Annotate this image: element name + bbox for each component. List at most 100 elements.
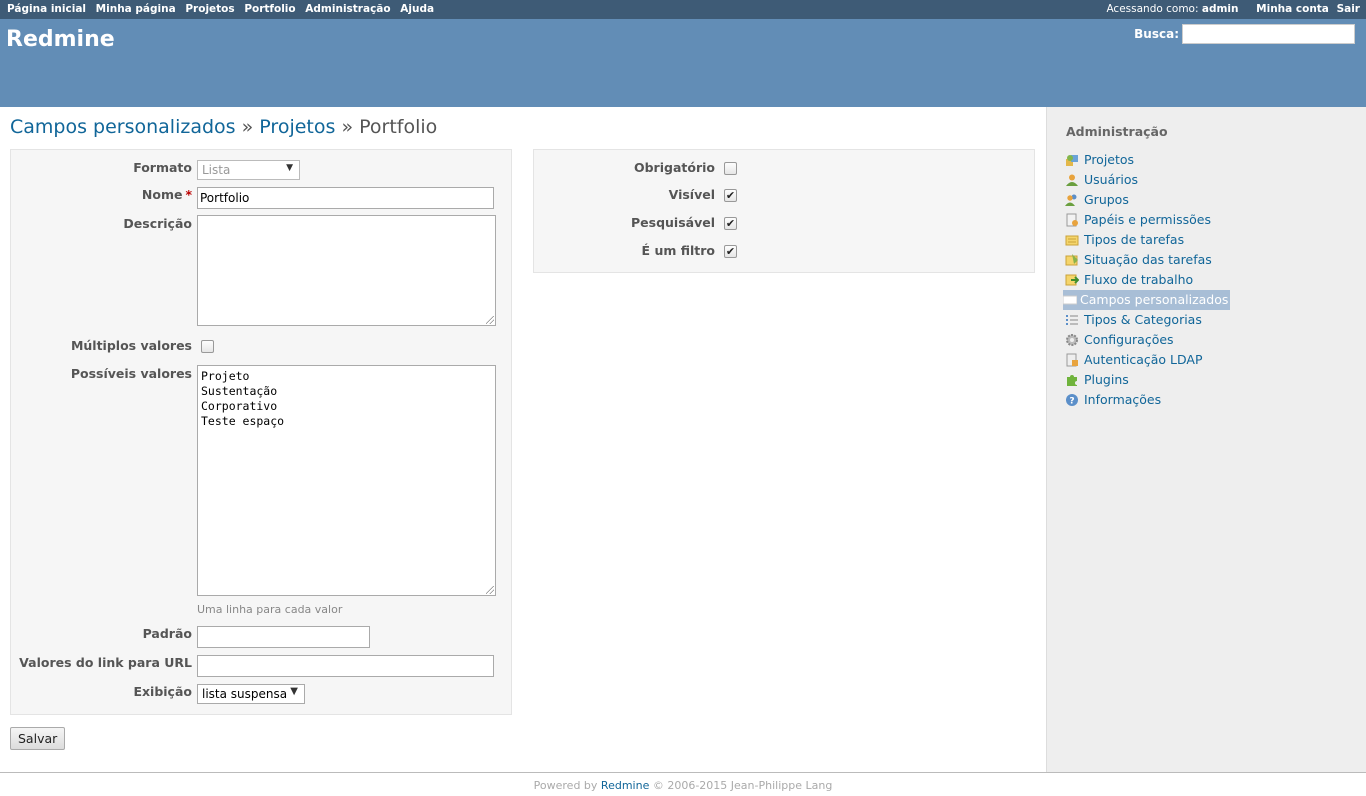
description-field[interactable] bbox=[197, 215, 496, 326]
possible-values-field[interactable]: Projeto Sustentação Corporativo Teste espaç… bbox=[197, 365, 496, 596]
searchable-label: Pesquisável bbox=[631, 215, 715, 230]
sidebar-item-groups[interactable]: Grupos bbox=[1065, 190, 1230, 210]
multiple-values-checkbox[interactable] bbox=[201, 340, 214, 353]
visible-checkbox[interactable]: ✔ bbox=[724, 189, 737, 202]
info-icon: ? bbox=[1066, 393, 1078, 406]
roles-icon bbox=[1066, 213, 1078, 226]
top-menu-item-portfolio[interactable]: Portfolio bbox=[244, 3, 295, 15]
resize-handle-icon[interactable] bbox=[486, 586, 494, 594]
possible-value-line: Teste espaço bbox=[201, 414, 285, 428]
logout-link[interactable]: Sair bbox=[1337, 3, 1360, 15]
plugin-icon bbox=[1067, 374, 1077, 386]
workflow-icon bbox=[1065, 274, 1079, 285]
sidebar-item-label[interactable]: Situação das tarefas bbox=[1084, 252, 1212, 267]
chevron-down-icon: ▼ bbox=[290, 686, 298, 697]
logged-user-link[interactable]: admin bbox=[1202, 3, 1239, 15]
sidebar-item-users[interactable]: Usuários bbox=[1065, 170, 1230, 190]
visible-label: Visível bbox=[668, 187, 715, 202]
format-value: Lista bbox=[202, 163, 231, 177]
sidebar-item-label[interactable]: Usuários bbox=[1084, 172, 1138, 187]
url-field[interactable] bbox=[197, 655, 494, 677]
user-icon bbox=[1066, 174, 1078, 186]
sidebar-item-label[interactable]: Projetos bbox=[1084, 152, 1134, 167]
sidebar-item-label[interactable]: Grupos bbox=[1084, 192, 1129, 207]
possible-values-hint: Uma linha para cada valor bbox=[197, 603, 343, 616]
display-select[interactable]: lista suspensa ▼ bbox=[197, 684, 305, 704]
sidebar-item-label[interactable]: Tipos de tarefas bbox=[1084, 232, 1184, 247]
sidebar-item-info[interactable]: ? Informações bbox=[1065, 390, 1230, 410]
content: Campos personalizados » Projetos » Portf… bbox=[0, 107, 1046, 772]
ldap-icon bbox=[1066, 353, 1078, 366]
description-label: Descrição bbox=[123, 216, 192, 231]
svg-text:?: ? bbox=[1069, 396, 1074, 406]
breadcrumb-custom-fields-link[interactable]: Campos personalizados bbox=[10, 116, 236, 138]
possible-value-line: Corporativo bbox=[201, 399, 278, 413]
logged-as: Acessando como: admin bbox=[1106, 3, 1238, 15]
sidebar-item-trackers[interactable]: Tipos de tarefas bbox=[1065, 230, 1230, 250]
name-label-text: Nome bbox=[141, 187, 183, 202]
admin-menu: Projetos Usuários Grupos Papéis e permis… bbox=[1063, 150, 1231, 410]
resize-handle-icon[interactable] bbox=[486, 316, 494, 324]
quick-search: Busca: bbox=[1134, 24, 1358, 44]
checkmark-icon: ✔ bbox=[725, 245, 736, 258]
top-menu-item-help[interactable]: Ajuda bbox=[400, 3, 434, 15]
group-icon bbox=[1065, 194, 1077, 206]
top-menu: Página inicial Minha página Projetos Por… bbox=[0, 0, 1366, 19]
sidebar-item-label[interactable]: Fluxo de trabalho bbox=[1084, 272, 1193, 287]
sidebar-item-label[interactable]: Campos personalizados bbox=[1080, 292, 1228, 307]
filter-checkbox[interactable]: ✔ bbox=[724, 245, 737, 258]
breadcrumb-separator: » bbox=[241, 116, 254, 138]
custom-field-form-box: Formato Lista ▼ Nome * Portfolio Descriçã… bbox=[10, 149, 512, 715]
sidebar-item-label[interactable]: Informações bbox=[1084, 392, 1161, 407]
footer: Powered by Redmine © 2006-2015 Jean-Phil… bbox=[0, 772, 1366, 796]
default-value-field[interactable] bbox=[197, 626, 370, 648]
tracker-icon bbox=[1065, 235, 1079, 245]
name-field[interactable]: Portfolio bbox=[197, 187, 494, 209]
possible-value-line: Sustentação bbox=[201, 384, 278, 398]
powered-by: Powered by bbox=[533, 779, 598, 792]
display-value: lista suspensa bbox=[202, 687, 288, 701]
sidebar-item-custom-fields[interactable]: Campos personalizados bbox=[1063, 290, 1231, 310]
issue-status-icon bbox=[1065, 253, 1078, 265]
sidebar-item-label[interactable]: Autenticação LDAP bbox=[1084, 352, 1203, 367]
top-menu-left: Página inicial Minha página Projetos Por… bbox=[7, 3, 440, 15]
top-menu-item-home[interactable]: Página inicial bbox=[7, 3, 86, 15]
sidebar-item-label[interactable]: Tipos & Categorias bbox=[1084, 312, 1202, 327]
name-label: Nome * bbox=[142, 187, 192, 202]
top-menu-item-projects[interactable]: Projetos bbox=[185, 3, 234, 15]
sidebar-item-ldap[interactable]: Autenticação LDAP bbox=[1065, 350, 1230, 370]
display-label: Exibição bbox=[133, 684, 192, 699]
breadcrumb-current: Portfolio bbox=[359, 116, 438, 138]
searchable-checkbox[interactable]: ✔ bbox=[724, 217, 737, 230]
format-select: Lista ▼ bbox=[197, 160, 300, 180]
checkmark-icon: ✔ bbox=[725, 189, 736, 202]
sidebar-item-label[interactable]: Plugins bbox=[1084, 372, 1129, 387]
top-menu-item-my-page[interactable]: Minha página bbox=[96, 3, 176, 15]
top-menu-item-administration[interactable]: Administração bbox=[305, 3, 390, 15]
breadcrumb-separator: » bbox=[341, 116, 354, 138]
default-label: Padrão bbox=[142, 626, 192, 641]
sidebar-item-roles[interactable]: Papéis e permissões bbox=[1065, 210, 1230, 230]
sidebar-item-label[interactable]: Configurações bbox=[1084, 332, 1174, 347]
chevron-down-icon: ▼ bbox=[286, 163, 293, 173]
redmine-link[interactable]: Redmine bbox=[601, 779, 649, 792]
url-label: Valores do link para URL bbox=[19, 655, 192, 670]
sidebar-item-settings[interactable]: Configurações bbox=[1065, 330, 1230, 350]
sidebar: Administração Projetos Usuários Grupos P… bbox=[1046, 107, 1366, 772]
sidebar-item-projects[interactable]: Projetos bbox=[1065, 150, 1230, 170]
save-button[interactable]: Salvar bbox=[10, 727, 66, 750]
sidebar-item-plugins[interactable]: Plugins bbox=[1065, 370, 1230, 390]
required-label: Obrigatório bbox=[633, 160, 715, 175]
search-input[interactable] bbox=[1182, 24, 1355, 44]
sidebar-item-enumerations[interactable]: Tipos & Categorias bbox=[1065, 310, 1230, 330]
sidebar-item-workflow[interactable]: Fluxo de trabalho bbox=[1065, 270, 1230, 290]
required-checkbox[interactable] bbox=[724, 162, 737, 175]
app-title: Redmine bbox=[6, 27, 115, 52]
sidebar-item-issue-statuses[interactable]: Situação das tarefas bbox=[1065, 250, 1230, 270]
multiple-values-label: Múltiplos valores bbox=[70, 338, 192, 353]
breadcrumb-projects-link[interactable]: Projetos bbox=[259, 116, 335, 138]
filter-label: É um filtro bbox=[641, 243, 715, 258]
required-marker: * bbox=[185, 187, 192, 202]
my-account-link[interactable]: Minha conta bbox=[1256, 3, 1329, 15]
sidebar-item-label[interactable]: Papéis e permissões bbox=[1084, 212, 1211, 227]
